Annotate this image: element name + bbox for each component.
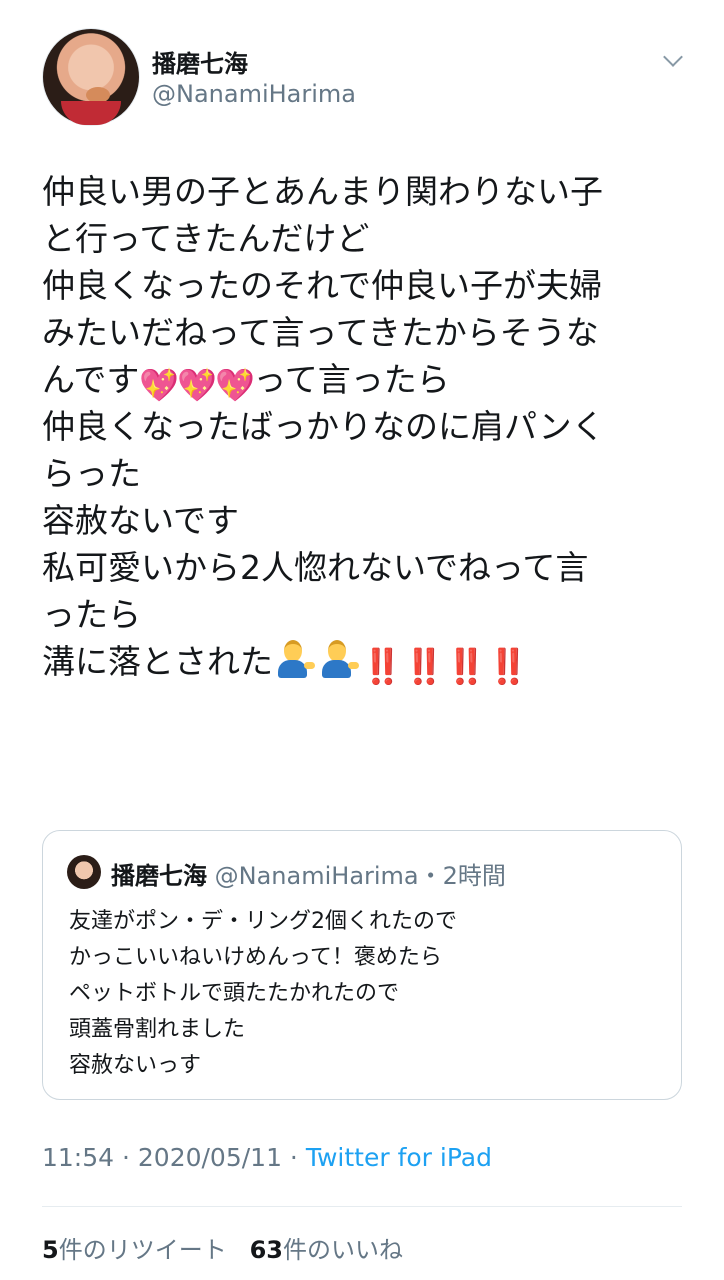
timestamp-text: 11:54 · 2020/05/11 · <box>42 1143 306 1172</box>
tweet-line: 容赦ないです <box>42 501 240 540</box>
author-avatar[interactable] <box>42 28 140 126</box>
tweet-line-text: 溝に落とされた <box>42 642 273 681</box>
author-name[interactable]: 播磨七海 <box>152 44 248 79</box>
emoji-head <box>328 640 346 662</box>
double-exclamation-icon: ‼️ <box>361 647 403 687</box>
source-link[interactable]: Twitter for iPad <box>306 1143 492 1172</box>
like-label[interactable]: 件のいいね <box>283 1236 403 1264</box>
double-exclamation-icon: ‼️ <box>403 647 445 687</box>
divider <box>42 1206 682 1207</box>
tweet-line: 仲良くなったばっかりなのに肩パンく <box>42 407 605 446</box>
tweet-line: ったら <box>42 595 141 634</box>
tweet-line: 私可愛いから2人惚れないでねって言 <box>42 548 589 587</box>
quoted-tweet-time: ・2時間 <box>418 862 506 890</box>
emoji-hand <box>304 662 315 669</box>
author-handle[interactable]: @NanamiHarima <box>152 80 356 108</box>
emoji-body <box>278 660 307 678</box>
tweet-line: みたいだねって言ってきたからそうな <box>42 313 599 352</box>
tweet-line-with-hearts: んです💖💖💖って言ったら <box>42 356 692 403</box>
person-tipping-hand-icon <box>317 638 361 678</box>
retweet-count[interactable]: 5 <box>42 1236 59 1264</box>
tweet-line: 仲良い男の子とあんまり関わりない子 <box>42 172 603 211</box>
tweet-line-text: って言ったら <box>253 360 450 399</box>
quoted-tweet-text: 友達がポン・デ・リング2個くれたので かっこいいねいけめんって！褒めたら ペット… <box>69 904 659 1084</box>
quoted-tweet-card[interactable]: 播磨七海 @NanamiHarima・2時間 友達がポン・デ・リング2個くれたの… <box>42 830 682 1100</box>
quoted-author-name: 播磨七海 <box>111 862 207 890</box>
quoted-tweet-line: ペットボトルで頭たたかれたので <box>69 981 400 1006</box>
double-exclamation-icon: ‼️ <box>487 647 529 687</box>
emoji-body <box>322 660 351 678</box>
tweet-line: らった <box>42 454 141 493</box>
tweet-line: 仲良くなったのそれで仲良い子が夫婦 <box>42 266 603 305</box>
chevron-down-icon[interactable] <box>663 47 683 67</box>
sparkling-heart-icon: 💖 <box>177 366 218 404</box>
emoji-hand <box>348 662 359 669</box>
quoted-tweet-line: 頭蓋骨割れました <box>69 1017 246 1042</box>
avatar-shirt <box>61 101 121 125</box>
tweet-line: と行ってきたんだけど <box>42 219 370 258</box>
tweet-line-text: んです <box>42 360 140 399</box>
engagement-stats: 5件のリツイート 63件のいいね <box>42 1230 403 1265</box>
quoted-author-avatar <box>67 855 101 889</box>
person-tipping-hand-icon <box>273 638 317 678</box>
quoted-tweet-line: かっこいいねいけめんって！褒めたら <box>69 945 442 970</box>
emoji-head <box>284 640 302 662</box>
quoted-tweet-meta: 播磨七海 @NanamiHarima・2時間 <box>111 856 506 891</box>
quoted-tweet-line: 容赦ないっす <box>69 1053 202 1078</box>
quoted-tweet-line: 友達がポン・デ・リング2個くれたので <box>69 909 457 934</box>
double-exclamation-icon: ‼️ <box>445 647 487 687</box>
tweet-header: 播磨七海 @NanamiHarima <box>42 28 692 128</box>
quoted-author-handle: @NanamiHarima <box>214 862 419 890</box>
sparkling-heart-icon: 💖 <box>139 366 180 404</box>
tweet-timestamp: 11:54 · 2020/05/11 · Twitter for iPad <box>42 1143 492 1172</box>
retweet-label[interactable]: 件のリツイート <box>59 1236 227 1264</box>
tweet-line-with-emoji: 溝に落とされた ‼️ ‼️ ‼️ ‼️ <box>42 638 692 687</box>
like-count[interactable]: 63 <box>250 1236 283 1264</box>
tweet-text: 仲良い男の子とあんまり関わりない子 と行ってきたんだけど 仲良くなったのそれで仲… <box>42 168 692 687</box>
sparkling-heart-icon: 💖 <box>215 366 256 404</box>
